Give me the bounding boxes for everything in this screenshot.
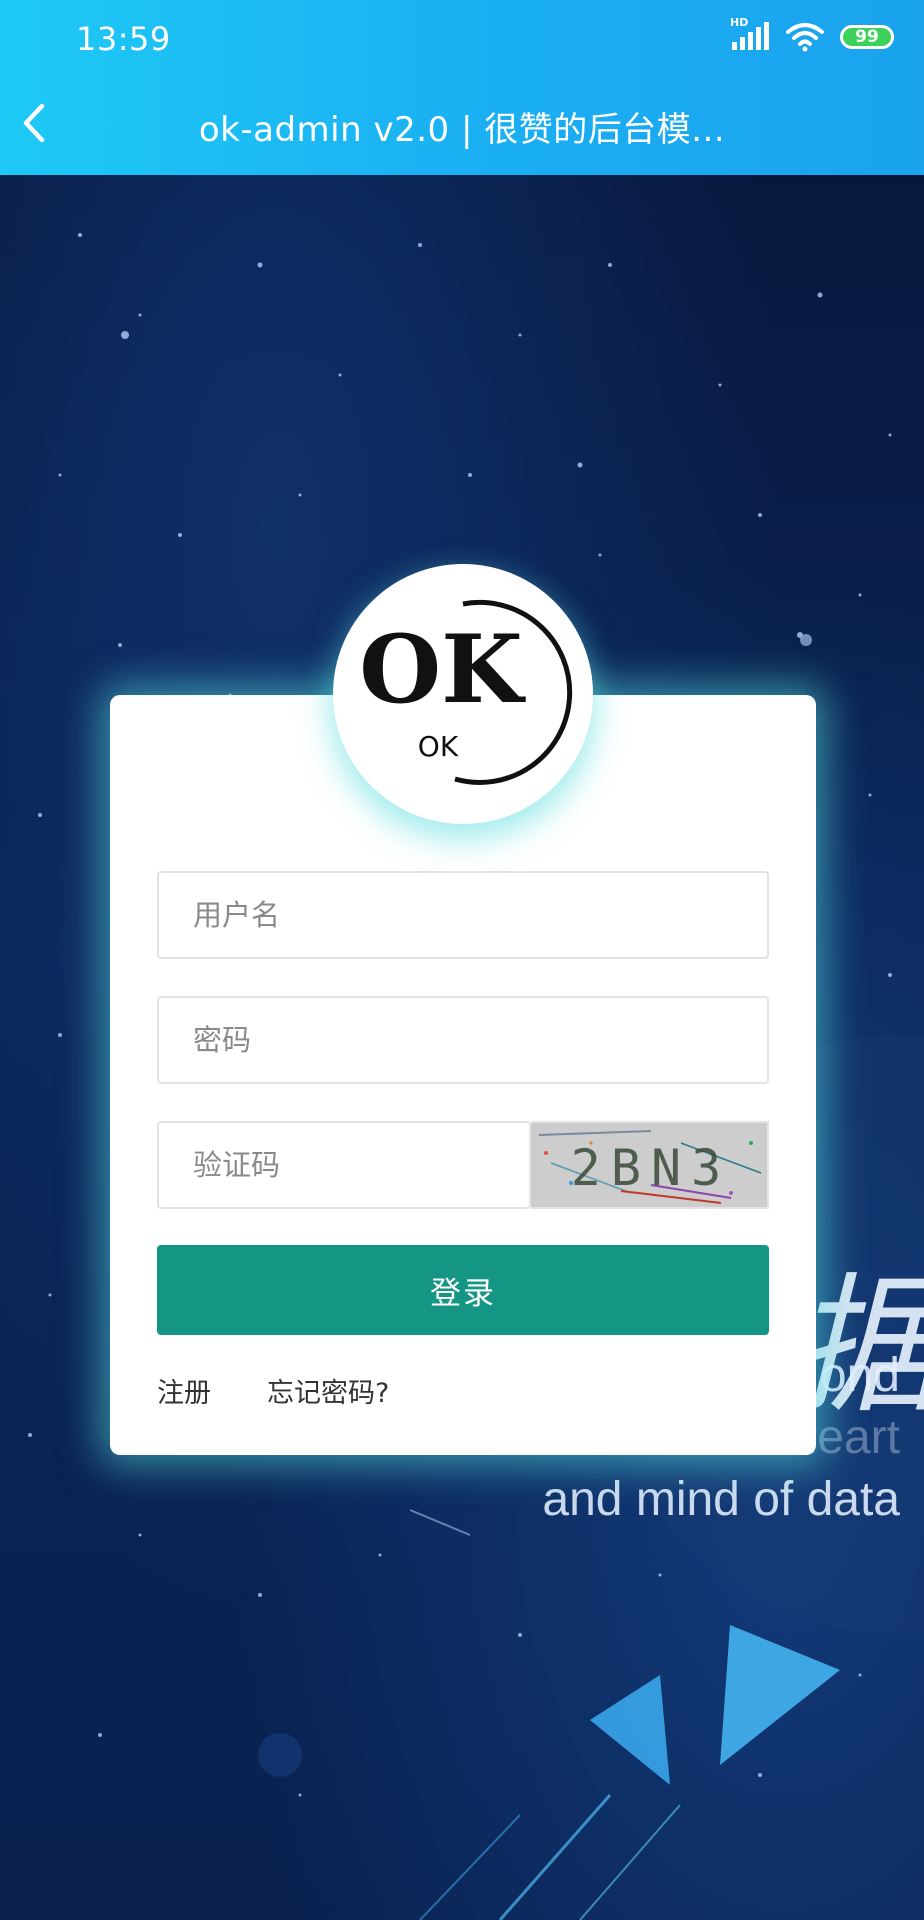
password-field[interactable] (157, 996, 769, 1084)
app-screen: 13:59 HD 99 ok-admin v2.0 | 很赞的后台模... on… (0, 0, 924, 1920)
logo-text-small: OK (418, 730, 459, 763)
captcha-input[interactable] (159, 1123, 529, 1207)
battery-icon: 99 (840, 25, 894, 49)
logo: OK OK (333, 564, 593, 824)
status-icons: HD 99 (730, 16, 894, 52)
status-time: 13:59 (76, 20, 171, 58)
captcha-text: 2BN3 (571, 1139, 731, 1197)
page-title: ok-admin v2.0 | 很赞的后台模... (198, 110, 726, 150)
username-input[interactable] (159, 873, 767, 957)
background-text-line: and mind of data (542, 1473, 900, 1526)
username-field[interactable] (157, 871, 769, 959)
login-button[interactable]: 登录 (157, 1245, 769, 1335)
forgot-password-link[interactable]: 忘记密码? (267, 1371, 389, 1410)
ok-logo-icon: OK OK (359, 599, 573, 785)
background-text-line: ond (819, 1349, 900, 1402)
signal-icon: HD (730, 16, 770, 52)
network-label: HD (730, 16, 749, 29)
register-link[interactable]: 注册 (157, 1371, 211, 1410)
wifi-icon (786, 23, 824, 52)
captcha-noise-icon: 2BN3 (531, 1123, 767, 1207)
app-header: 13:59 HD 99 ok-admin v2.0 | 很赞的后台模... (0, 0, 924, 175)
password-input[interactable] (159, 998, 767, 1082)
captcha-field[interactable] (157, 1121, 531, 1209)
captcha-image[interactable]: 2BN3 (531, 1121, 769, 1209)
logo-text-large: OK (359, 615, 526, 725)
